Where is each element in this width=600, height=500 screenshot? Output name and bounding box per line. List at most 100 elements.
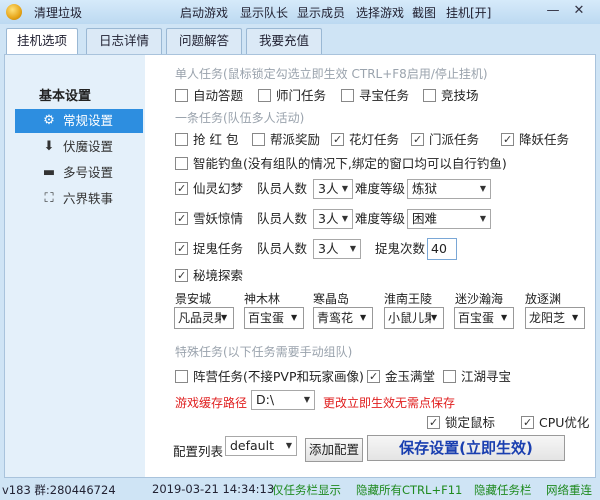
dream-checkbox[interactable]: 仙灵幻梦 (175, 180, 243, 198)
cache-path-select[interactable]: D:\ ▼ (251, 390, 315, 410)
red-packet-checkbox[interactable]: 抢 红 包 (175, 131, 238, 149)
zone-select-shenmu[interactable]: 百宝蛋 ▼ (244, 307, 304, 329)
dropdown-arrow-icon: ▼ (572, 308, 582, 328)
checkbox-label: 抢 红 包 (193, 132, 239, 147)
zone-select-hanjing[interactable]: 青鸾花 ▼ (313, 307, 373, 329)
checkbox-label: 江湖寻宝 (461, 369, 512, 384)
minimize-button[interactable]: — (544, 3, 562, 21)
lantern-task-checkbox[interactable]: 花灯任务 (331, 131, 399, 149)
cpu-optimize-checkbox[interactable]: CPU优化 (521, 414, 589, 432)
sidebar-header: 基本设置 (39, 89, 92, 104)
cache-path-label: 游戏缓存路径 (175, 396, 248, 410)
close-button[interactable]: ✕ (570, 3, 588, 21)
sidebar-item-general[interactable]: ⚙ 常规设置 (15, 109, 143, 133)
secret-explore-checkbox[interactable]: 秘境探索 (175, 267, 243, 285)
config-select[interactable]: default ▼ (225, 436, 297, 456)
sidebar-item-label: 常规设置 (63, 113, 114, 128)
tab-idle-options[interactable]: 挂机选项 (6, 28, 78, 55)
select-value: 炼狱 (412, 181, 438, 196)
gear-icon: ⚙ (43, 113, 55, 128)
lock-mouse-checkbox[interactable]: 锁定鼠标 (427, 414, 495, 432)
dream-team-label: 队员人数 (257, 181, 308, 196)
taskbar-only-toggle[interactable]: 仅任务栏显示 (272, 482, 341, 498)
checkbox-box (175, 240, 188, 258)
menu-select-game[interactable]: 选择游戏 (356, 4, 404, 21)
checkbox-label: 捉鬼任务 (193, 241, 244, 256)
config-list-label: 配置列表 (173, 444, 224, 459)
ghost-task-checkbox[interactable]: 捉鬼任务 (175, 240, 243, 258)
smart-fishing-checkbox[interactable]: 智能钓鱼(没有组队的情况下,绑定的窗口均可以自行钓鱼) (175, 155, 507, 173)
auto-answer-checkbox[interactable]: 自动答题 (175, 87, 243, 105)
tab-log-details[interactable]: 日志详情 (86, 28, 162, 54)
sidebar-item-demon[interactable]: ⬇ 伏魔设置 (15, 135, 143, 159)
save-settings-button[interactable]: 保存设置(立即生效) (367, 435, 565, 461)
tab-recharge[interactable]: 我要充值 (246, 28, 322, 54)
dropdown-arrow-icon: ▼ (349, 244, 356, 253)
menu-show-leader[interactable]: 显示队长 (240, 4, 288, 21)
treasure-task-checkbox[interactable]: 寻宝任务 (341, 87, 409, 105)
hide-taskbar-toggle[interactable]: 隐藏任务栏 (474, 482, 532, 498)
status-bar: v183 群:280446724 2019-03-21 14:34:13 仅任务… (0, 478, 600, 500)
checkbox-label: 竞技场 (441, 88, 479, 103)
checkbox-label: 雪妖惊情 (193, 211, 244, 226)
guild-reward-checkbox[interactable]: 帮派奖励 (252, 131, 320, 149)
cache-path-note: 更改立即生效无需点保存 (323, 396, 456, 410)
download-icon: ⬇ (43, 139, 55, 154)
jianghu-treasure-checkbox[interactable]: 江湖寻宝 (443, 368, 511, 386)
demon-task-checkbox[interactable]: 降妖任务 (501, 131, 569, 149)
zone-select-fangzhu[interactable]: 龙阳芝 ▼ (525, 307, 585, 329)
checkbox-label: 阵营任务(不接PVP和玩家画像) (193, 369, 364, 384)
checkbox-label: 金玉满堂 (385, 369, 436, 384)
checkbox-box (252, 133, 265, 146)
menu-idle-toggle[interactable]: 挂机[开] (446, 4, 491, 21)
add-config-button[interactable]: 添加配置 (305, 438, 363, 462)
checkbox-label: 自动答题 (193, 88, 244, 103)
menu-show-members[interactable]: 显示成员 (297, 4, 345, 21)
dream-team-select[interactable]: 3人 ▼ (313, 179, 353, 199)
checkbox-label: 仙灵幻梦 (193, 181, 244, 196)
ghost-team-select[interactable]: 3人 ▼ (313, 239, 361, 259)
checkbox-label: 花灯任务 (349, 132, 400, 147)
keyboard-icon: ▬ (42, 165, 56, 180)
arena-checkbox[interactable]: 竞技场 (423, 87, 479, 105)
snow-demon-checkbox[interactable]: 雪妖惊情 (175, 210, 243, 228)
sidebar-item-anecdotes[interactable]: ⛶ 六界轶事 (15, 187, 143, 211)
dropdown-arrow-icon: ▼ (479, 214, 486, 223)
gold-jade-checkbox[interactable]: 金玉满堂 (367, 368, 435, 386)
checkbox-box (411, 131, 424, 149)
dropdown-arrow-icon: ▼ (501, 308, 511, 328)
faction-task-checkbox[interactable]: 阵营任务(不接PVP和玩家画像) (175, 368, 364, 386)
sidebar-item-multi[interactable]: ▬ 多号设置 (15, 161, 143, 185)
dropdown-arrow-icon: ▼ (431, 308, 441, 328)
menu-start-game[interactable]: 启动游戏 (180, 4, 228, 21)
select-value: 百宝蛋 (458, 311, 495, 325)
dream-diff-select[interactable]: 炼狱 ▼ (407, 179, 491, 199)
demon-diff-select[interactable]: 困难 ▼ (407, 209, 491, 229)
ghost-count-input[interactable]: 40 (427, 238, 457, 260)
zone-name: 寒晶岛 (313, 292, 350, 306)
dropdown-arrow-icon: ▼ (303, 395, 310, 404)
dream-diff-label: 难度等级 (355, 181, 406, 196)
sidebar-item-label: 六界轶事 (63, 191, 114, 206)
master-task-checkbox[interactable]: 师门任务 (258, 87, 326, 105)
checkbox-label: 锁定鼠标 (445, 415, 496, 430)
tab-faq[interactable]: 问题解答 (166, 28, 242, 54)
checkbox-box (175, 180, 188, 198)
menu-screenshot[interactable]: 截图 (412, 4, 436, 21)
sect-task-checkbox[interactable]: 门派任务 (411, 131, 479, 149)
network-reconnect-toggle[interactable]: 网络重连 (546, 482, 592, 498)
select-value: 凡品灵果 (178, 311, 227, 325)
hide-all-toggle[interactable]: 隐藏所有CTRL+F11 (356, 482, 462, 498)
title-bar: 清理垃圾 启动游戏 显示队长 显示成员 选择游戏 截图 挂机[开] — ✕ (0, 0, 600, 24)
checkbox-label: CPU优化 (539, 415, 590, 430)
zone-select-jingan[interactable]: 凡品灵果 ▼ (174, 307, 234, 329)
checkbox-box (175, 370, 188, 383)
checkbox-box (175, 89, 188, 102)
zone-select-mishahai[interactable]: 百宝蛋 ▼ (454, 307, 514, 329)
window-title[interactable]: 清理垃圾 (34, 4, 82, 21)
zone-select-huainan[interactable]: 小鼠儿果 ▼ (384, 307, 444, 329)
checkbox-label: 师门任务 (276, 88, 327, 103)
sidebar: 基本设置 ⚙ 常规设置 ⬇ 伏魔设置 ▬ 多号设置 ⛶ 六界轶事 (5, 55, 145, 477)
select-value: 百宝蛋 (248, 311, 285, 325)
demon-team-select[interactable]: 3人 ▼ (313, 209, 353, 229)
